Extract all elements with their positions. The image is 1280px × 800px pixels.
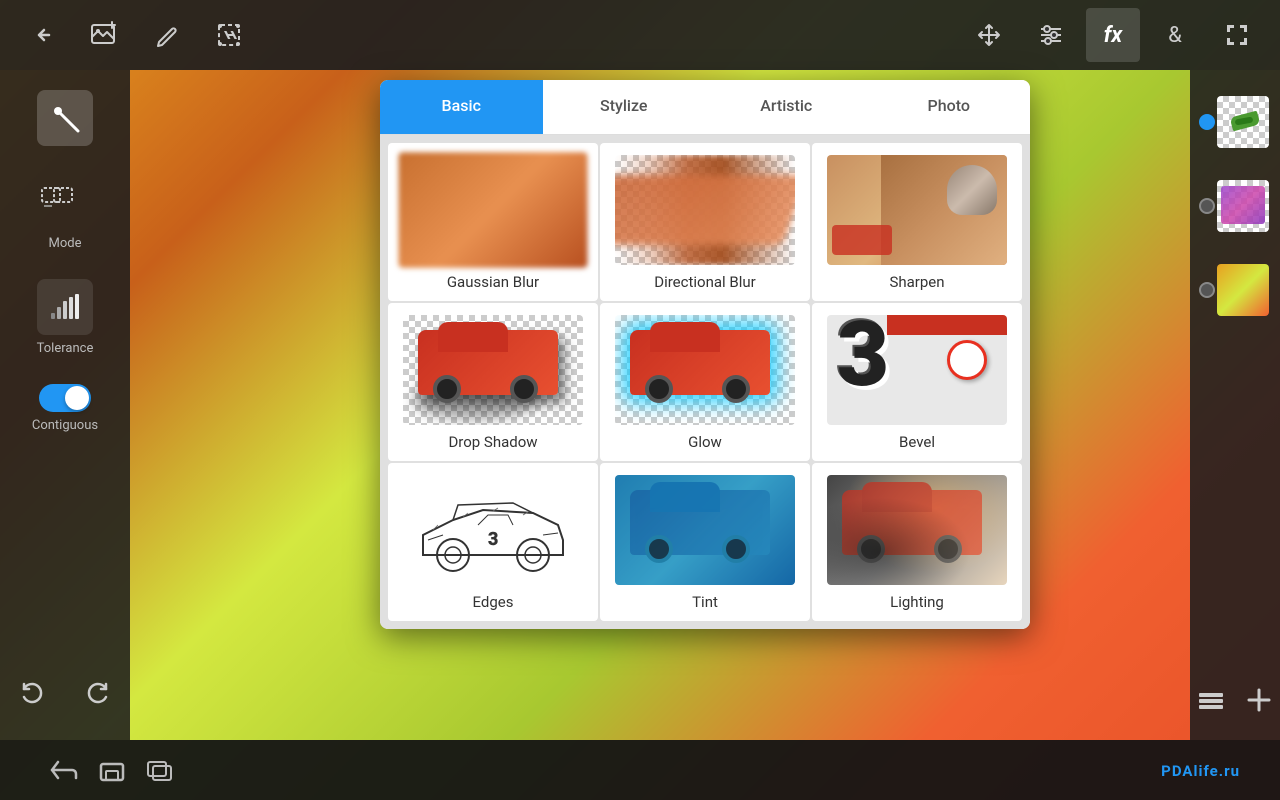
layer-3[interactable]	[1199, 254, 1271, 326]
layer-3-radio	[1199, 282, 1215, 298]
nav-home-button[interactable]	[88, 746, 136, 794]
tolerance-label: Tolerance	[37, 341, 94, 356]
drop-shadow-label: Drop Shadow	[448, 433, 537, 451]
glow-thumb	[615, 315, 795, 425]
new-image-button[interactable]	[78, 8, 132, 62]
layers-button[interactable]	[1191, 680, 1231, 720]
contiguous-toggle-container: Contiguous	[32, 384, 98, 433]
fx-modal: Basic Stylize Artistic Photo Gaussian Bl…	[380, 80, 1030, 629]
mode-label: Mode	[49, 236, 82, 251]
tab-artistic[interactable]: Artistic	[705, 80, 868, 134]
undo-button[interactable]	[5, 666, 59, 720]
fx-grid: Gaussian Blur Directional Blur Sharpen	[380, 135, 1030, 629]
fx-tabs: Basic Stylize Artistic Photo	[380, 80, 1030, 135]
fx-glow[interactable]: Glow	[600, 303, 810, 461]
sharpen-label: Sharpen	[889, 273, 944, 291]
tab-photo[interactable]: Photo	[868, 80, 1031, 134]
right-bottom-icons	[1191, 680, 1279, 724]
combine-button[interactable]: &	[1148, 8, 1202, 62]
directional-blur-thumb	[615, 155, 795, 265]
bevel-thumb: 3	[827, 315, 1007, 425]
brand-logo: PDAlife.ru	[1161, 761, 1240, 780]
undo-redo-row	[5, 666, 125, 720]
bevel-label: Bevel	[899, 433, 935, 451]
tolerance-tool[interactable]: Tolerance	[37, 279, 94, 356]
tab-basic[interactable]: Basic	[380, 80, 543, 134]
toggle-knob	[65, 386, 89, 410]
fx-drop-shadow[interactable]: Drop Shadow	[388, 303, 598, 461]
contiguous-label: Contiguous	[32, 418, 98, 433]
nav-recents-button[interactable]	[136, 746, 184, 794]
gaussian-blur-label: Gaussian Blur	[447, 273, 539, 291]
fx-tint[interactable]: Tint	[600, 463, 810, 621]
layer-3-thumb	[1217, 264, 1269, 316]
sharpen-thumb	[827, 155, 1007, 265]
wand-tool[interactable]	[37, 90, 93, 146]
fx-bevel[interactable]: 3 Bevel	[812, 303, 1022, 461]
top-toolbar: fx &	[0, 0, 1280, 70]
fullscreen-button[interactable]	[1210, 8, 1264, 62]
edges-label: Edges	[473, 593, 514, 611]
fx-gaussian-blur[interactable]: Gaussian Blur	[388, 143, 598, 301]
fx-label: fx	[1104, 23, 1123, 48]
fx-button[interactable]: fx	[1086, 8, 1140, 62]
svg-text:3: 3	[488, 529, 498, 550]
selection-button[interactable]	[202, 8, 256, 62]
lighting-thumb	[827, 475, 1007, 585]
fx-directional-blur[interactable]: Directional Blur	[600, 143, 810, 301]
right-sidebar	[1190, 70, 1280, 740]
layer-1[interactable]	[1199, 86, 1271, 158]
contiguous-toggle[interactable]	[39, 384, 91, 412]
redo-button[interactable]	[71, 666, 125, 720]
lighting-label: Lighting	[890, 593, 944, 611]
mode-tool[interactable]: Mode	[37, 174, 93, 251]
gaussian-blur-thumb	[399, 152, 588, 268]
add-layer-button[interactable]	[1239, 680, 1279, 720]
fx-lighting[interactable]: Lighting	[812, 463, 1022, 621]
combine-icon: &	[1168, 23, 1182, 48]
back-button[interactable]	[16, 8, 70, 62]
drop-shadow-thumb	[403, 315, 583, 425]
tint-label: Tint	[692, 593, 718, 611]
bottom-toolbar: PDAlife.ru	[0, 740, 1280, 800]
layer-1-thumb	[1217, 96, 1269, 148]
fx-edges[interactable]: 3 Edges	[388, 463, 598, 621]
layer-2-thumb	[1217, 180, 1269, 232]
fx-sharpen[interactable]: Sharpen	[812, 143, 1022, 301]
tint-thumb	[615, 475, 795, 585]
layer-2[interactable]	[1199, 170, 1271, 242]
adjustments-button[interactable]	[1024, 8, 1078, 62]
directional-blur-label: Directional Blur	[654, 273, 756, 291]
tab-stylize[interactable]: Stylize	[543, 80, 706, 134]
layer-2-radio	[1199, 198, 1215, 214]
layer-1-radio	[1199, 114, 1215, 130]
edges-thumb: 3	[403, 475, 583, 585]
move-button[interactable]	[962, 8, 1016, 62]
draw-button[interactable]	[140, 8, 194, 62]
left-sidebar: Mode Tolerance Contiguous	[0, 70, 130, 740]
nav-back-button[interactable]	[40, 746, 88, 794]
glow-label: Glow	[688, 433, 722, 451]
